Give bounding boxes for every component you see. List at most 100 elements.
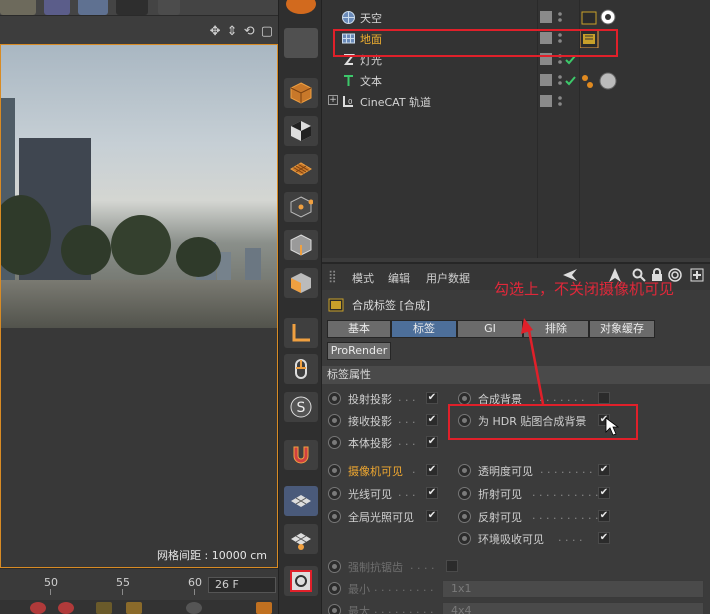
object-row-cinecat[interactable]: + 0 CineCAT 轨道 [322, 91, 710, 112]
checkbox-seen-by-gi[interactable]: ✔ [426, 510, 438, 522]
animation-radio-icon[interactable] [328, 414, 341, 427]
annotation-text: 勾选上，不关闭摄像机可见 [494, 280, 675, 298]
toolbar-camera-icon[interactable] [116, 0, 148, 15]
checkbox-seen-by-reflection[interactable]: ✔ [598, 510, 610, 522]
axis-icon[interactable] [284, 318, 318, 348]
animation-radio-icon[interactable] [458, 532, 471, 545]
animation-radio-icon[interactable] [328, 604, 341, 614]
key-settings-icon[interactable] [186, 602, 202, 614]
checkbox-compositing-background[interactable] [598, 392, 610, 404]
texture-mode-icon[interactable] [284, 116, 318, 146]
tool-palette: S [278, 0, 322, 614]
timeline-tick-label: 55 [116, 576, 130, 589]
animation-radio-icon[interactable] [328, 487, 341, 500]
scene-icon[interactable] [286, 0, 316, 14]
timeline-tick-label: 50 [44, 576, 58, 589]
prop-self-shadowing[interactable]: 本体投影 . . . ✔ [328, 434, 448, 452]
object-tags[interactable] [580, 9, 660, 27]
sphere-grid-icon[interactable] [284, 28, 318, 58]
checkbox-force-antialiasing[interactable] [446, 560, 458, 572]
record-icon[interactable] [30, 602, 46, 614]
object-row-sky[interactable]: 天空 [322, 7, 710, 28]
prop-seen-by-camera[interactable]: 摄像机可见 . ✔ [328, 462, 448, 480]
points-mode-icon[interactable] [284, 192, 318, 222]
tab-object-buffer[interactable]: 对象缓存 [589, 320, 655, 338]
prop-seen-by-ao[interactable]: 环境吸收可见 . . . . ✔ [458, 530, 610, 548]
min-dropdown[interactable]: 1x1 [442, 580, 704, 598]
prop-seen-by-reflection[interactable]: 反射可见 . . . . . . . . . . ✔ [458, 508, 610, 526]
viewport-3d[interactable] [0, 44, 278, 328]
timeline-menu-icon[interactable] [256, 602, 272, 614]
animation-radio-icon[interactable] [458, 464, 471, 477]
max-dropdown[interactable]: 4x4 [442, 602, 704, 614]
transport-bar [0, 600, 278, 614]
viewport-floor-area[interactable]: 网格间距 : 10000 cm [0, 328, 278, 568]
workplane-icon[interactable] [284, 154, 318, 184]
timeline-tools-icon[interactable] [284, 566, 318, 596]
snap-icon[interactable]: S [284, 392, 318, 422]
tab-prorender[interactable]: ProRender [327, 342, 391, 360]
keyframe-icon[interactable] [96, 602, 112, 614]
checkbox-seen-by-ao[interactable]: ✔ [598, 532, 610, 544]
object-flags[interactable] [540, 11, 580, 25]
checkbox-seen-by-refraction[interactable]: ✔ [598, 487, 610, 499]
checkbox-receive-shadows[interactable]: ✔ [426, 414, 438, 426]
prop-seen-by-gi[interactable]: 全局光照可见 ✔ [328, 508, 448, 526]
attribute-title: 合成标签 [合成] [352, 299, 431, 312]
timeline-ruler[interactable]: 50 55 60 [0, 569, 205, 597]
tab-exclusion[interactable]: 排除 [523, 320, 589, 338]
animation-radio-icon[interactable] [328, 436, 341, 449]
edges-mode-icon[interactable] [284, 230, 318, 260]
object-row-text[interactable]: 文本 [322, 70, 710, 91]
prop-seen-by-transparency[interactable]: 透明度可见 . . . . . . . . ✔ [458, 462, 610, 480]
checkbox-seen-by-rays[interactable]: ✔ [426, 487, 438, 499]
timeline-tick [194, 589, 195, 595]
polygons-mode-icon[interactable] [284, 268, 318, 298]
prop-receive-shadows[interactable]: 接收投影 . . . ✔ [328, 412, 448, 430]
toolbar-grid-icon[interactable] [78, 0, 108, 15]
prop-seen-by-refraction[interactable]: 折射可见 . . . . . . . . . . ✔ [458, 485, 610, 503]
planar-workplane-icon[interactable] [284, 524, 318, 554]
animation-radio-icon[interactable] [458, 487, 471, 500]
object-flags[interactable] [540, 74, 580, 88]
toolbar-spline-icon[interactable] [44, 0, 70, 15]
object-tags[interactable] [580, 72, 660, 90]
checkbox-self-shadowing[interactable]: ✔ [426, 436, 438, 448]
tree-image [176, 237, 221, 277]
animation-radio-icon[interactable] [328, 464, 341, 477]
annotation-highlight-floor-row [333, 29, 618, 57]
menu-mode[interactable]: 模式 [352, 270, 374, 286]
tab-gi[interactable]: GI [457, 320, 523, 338]
animation-radio-icon[interactable] [328, 582, 341, 595]
animation-radio-icon[interactable] [328, 392, 341, 405]
viewport-nav-icons[interactable]: ✥ ⇕ ⟲ ▢ [210, 24, 274, 39]
object-flags[interactable] [540, 95, 580, 109]
checkbox-cast-shadows[interactable]: ✔ [426, 392, 438, 404]
make-editable-icon[interactable] [284, 78, 318, 108]
keyframe-icon[interactable] [126, 602, 142, 614]
tab-basic[interactable]: 基本 [327, 320, 391, 338]
checkbox-seen-by-camera[interactable]: ✔ [426, 464, 438, 476]
panel-grip-icon[interactable]: ⣿ [328, 269, 337, 283]
magnet-icon[interactable] [284, 440, 318, 470]
animation-radio-icon[interactable] [328, 510, 341, 523]
animation-radio-icon[interactable] [328, 560, 341, 573]
current-frame-field[interactable]: 26 F [208, 577, 276, 593]
viewport-header: ✥ ⇕ ⟲ ▢ [0, 16, 278, 44]
lock-workplane-icon[interactable] [284, 486, 318, 516]
toolbar-render-icon[interactable] [0, 0, 36, 15]
auto-key-icon[interactable] [58, 602, 74, 614]
expand-toggle-icon[interactable]: + [328, 95, 338, 105]
tab-tag[interactable]: 标签 [391, 320, 457, 338]
menu-edit[interactable]: 编辑 [388, 270, 410, 286]
timeline-tick-label: 60 [188, 576, 202, 589]
prop-force-antialiasing[interactable]: 强制抗锯齿 . . . . [328, 558, 468, 576]
animation-radio-icon[interactable] [458, 510, 471, 523]
prop-cast-shadows[interactable]: 投射投影 . . . ✔ [328, 390, 448, 408]
checkbox-seen-by-transparency[interactable]: ✔ [598, 464, 610, 476]
timeline[interactable]: 50 55 60 26 F [0, 568, 278, 600]
tweak-icon[interactable] [284, 354, 318, 384]
menu-user-data[interactable]: 用户数据 [426, 270, 470, 286]
prop-seen-by-rays[interactable]: 光线可见 . . . ✔ [328, 485, 448, 503]
toolbar-light-icon[interactable] [158, 0, 180, 15]
